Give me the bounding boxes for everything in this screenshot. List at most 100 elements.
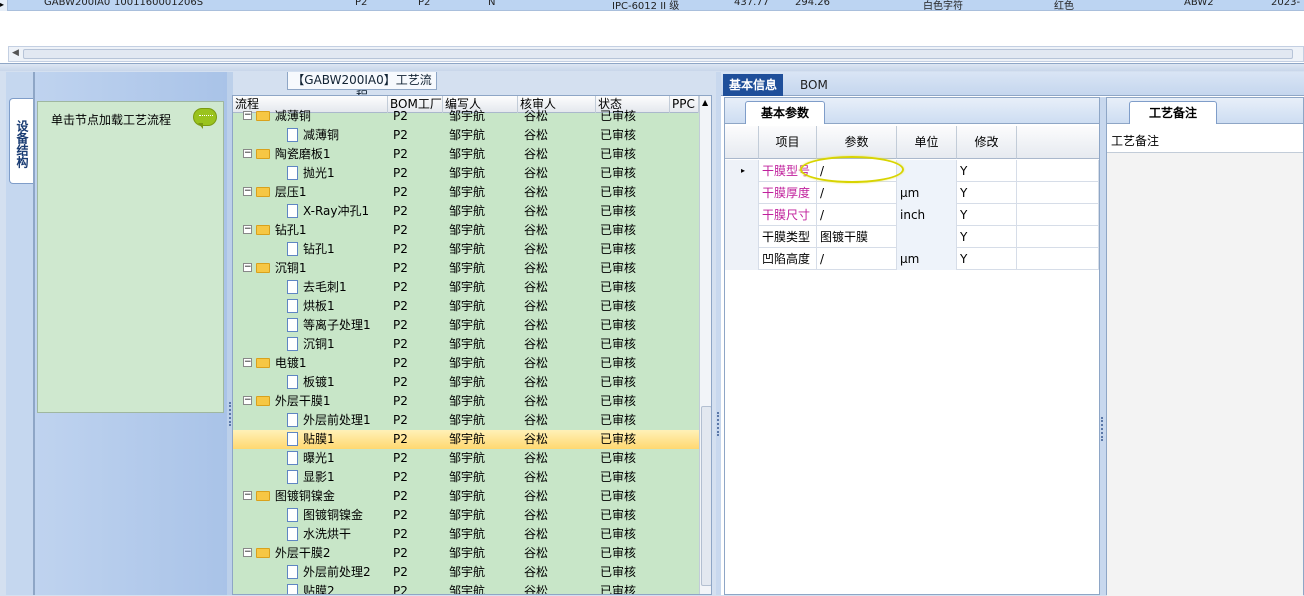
tree-node[interactable]: 图镀铜镍金 — [287, 506, 363, 525]
tree-row[interactable]: 曝光1 P2 邹宇航 谷松 已审核 — [233, 449, 699, 468]
tree-row[interactable]: 减薄铜 P2 邹宇航 谷松 已审核 — [233, 126, 699, 145]
param-cell-edit[interactable]: Y — [957, 226, 1017, 248]
top-cell: P2 — [355, 0, 368, 8]
tree-node[interactable]: 沉铜1 — [287, 335, 335, 354]
tree-row[interactable]: 水洗烘干 P2 邹宇航 谷松 已审核 — [233, 525, 699, 544]
tree-row[interactable]: − 减薄铜 P2 邹宇航 谷松 已审核 — [233, 107, 699, 126]
tree-node[interactable]: − 层压1 — [243, 183, 306, 202]
tree-node[interactable]: 贴膜2 — [287, 582, 335, 594]
collapse-icon[interactable]: − — [243, 358, 252, 367]
tree-node[interactable]: − 电镀1 — [243, 354, 306, 373]
tree-node[interactable]: 抛光1 — [287, 164, 335, 183]
param-cell-edit[interactable]: Y — [957, 204, 1017, 226]
col-header-item[interactable]: 项目 — [759, 126, 817, 159]
params-row[interactable]: 干膜尺寸 / inch Y — [725, 204, 1099, 226]
tree-node[interactable]: 外层前处理1 — [287, 411, 371, 430]
tab-basic-info[interactable]: 基本信息 — [723, 74, 784, 96]
tree-row[interactable]: − 电镀1 P2 邹宇航 谷松 已审核 — [233, 354, 699, 373]
horizontal-scrollbar[interactable]: ◀ — [8, 46, 1304, 62]
top-cell: 红色 — [1054, 1, 1074, 11]
tree-row[interactable]: − 外层干膜1 P2 邹宇航 谷松 已审核 — [233, 392, 699, 411]
tree-node[interactable]: − 陶瓷磨板1 — [243, 145, 330, 164]
top-grid-selected-row[interactable]: GABW200IA0 1001160001206S P2 P2 N IPC-60… — [8, 0, 1304, 11]
tree-row[interactable]: 显影1 P2 邹宇航 谷松 已审核 — [233, 468, 699, 487]
vertical-scrollbar[interactable]: ▲ — [699, 96, 711, 594]
tree-node[interactable]: 去毛刺1 — [287, 278, 347, 297]
params-row[interactable]: 凹陷高度 / μm Y — [725, 248, 1099, 270]
load-hint-box[interactable]: 单击节点加载工艺流程 — [37, 101, 224, 413]
params-row[interactable]: 干膜厚度 / μm Y — [725, 182, 1099, 204]
tree-row[interactable]: − 图镀铜镍金 P2 邹宇航 谷松 已审核 — [233, 487, 699, 506]
tree-row[interactable]: 烘板1 P2 邹宇航 谷松 已审核 — [233, 297, 699, 316]
notes-textarea[interactable] — [1107, 152, 1303, 596]
tab-device-structure[interactable]: 设备结构 — [9, 98, 33, 184]
collapse-icon[interactable]: − — [243, 263, 252, 272]
tree-node[interactable]: X-Ray冲孔1 — [287, 202, 369, 221]
param-cell-edit[interactable]: Y — [957, 160, 1017, 182]
tree-node[interactable]: − 图镀铜镍金 — [243, 487, 335, 506]
tree-row[interactable]: 抛光1 P2 邹宇航 谷松 已审核 — [233, 164, 699, 183]
tree-row[interactable]: 图镀铜镍金 P2 邹宇航 谷松 已审核 — [233, 506, 699, 525]
tree-node[interactable]: − 沉铜1 — [243, 259, 306, 278]
tree-node[interactable]: − 钻孔1 — [243, 221, 306, 240]
collapse-icon[interactable]: − — [243, 187, 252, 196]
scrollbar-thumb[interactable] — [701, 406, 711, 586]
scroll-left-arrow-icon[interactable]: ◀ — [12, 48, 19, 58]
tree-node[interactable]: 钻孔1 — [287, 240, 335, 259]
scroll-up-arrow-icon[interactable]: ▲ — [702, 98, 708, 107]
tab-bom[interactable]: BOM — [794, 74, 834, 96]
tree-node[interactable]: 外层前处理2 — [287, 563, 371, 582]
tree-row[interactable]: − 沉铜1 P2 邹宇航 谷松 已审核 — [233, 259, 699, 278]
tab-basic-params[interactable]: 基本参数 — [745, 101, 825, 124]
tree-cell-status: 已审核 — [600, 299, 637, 313]
tree-row[interactable]: 沉铜1 P2 邹宇航 谷松 已审核 — [233, 335, 699, 354]
tree-node[interactable]: − 减薄铜 — [243, 107, 311, 126]
horizontal-splitter[interactable] — [0, 64, 1304, 71]
tree-row[interactable]: 去毛刺1 P2 邹宇航 谷松 已审核 — [233, 278, 699, 297]
param-cell-edit[interactable]: Y — [957, 248, 1017, 270]
tree-node[interactable]: 水洗烘干 — [287, 525, 351, 544]
tree-node[interactable]: − 外层干膜2 — [243, 544, 330, 563]
collapse-icon[interactable]: − — [243, 111, 252, 120]
tree-row[interactable]: 贴膜1 P2 邹宇航 谷松 已审核 — [233, 430, 699, 449]
tree-row[interactable]: − 钻孔1 P2 邹宇航 谷松 已审核 — [233, 221, 699, 240]
tree-node[interactable]: 显影1 — [287, 468, 335, 487]
tree-node[interactable]: 烘板1 — [287, 297, 335, 316]
tree-node[interactable]: 等离子处理1 — [287, 316, 371, 335]
tree-row[interactable]: − 层压1 P2 邹宇航 谷松 已审核 — [233, 183, 699, 202]
collapse-icon[interactable]: − — [243, 491, 252, 500]
params-row[interactable]: 干膜类型 图镀干膜 Y — [725, 226, 1099, 248]
tree-row[interactable]: 板镀1 P2 邹宇航 谷松 已审核 — [233, 373, 699, 392]
tree-node[interactable]: − 外层干膜1 — [243, 392, 330, 411]
param-cell-value[interactable]: / — [817, 204, 897, 226]
tree-row[interactable]: 钻孔1 P2 邹宇航 谷松 已审核 — [233, 240, 699, 259]
collapse-icon[interactable]: − — [243, 396, 252, 405]
tree-node[interactable]: 贴膜1 — [287, 430, 335, 449]
col-header-edit[interactable]: 修改 — [957, 126, 1017, 159]
tree-row[interactable]: − 外层干膜2 P2 邹宇航 谷松 已审核 — [233, 544, 699, 563]
tab-process-notes[interactable]: 工艺备注 — [1129, 101, 1217, 124]
collapse-icon[interactable]: − — [243, 548, 252, 557]
params-row[interactable]: ▸ 干膜型号 / Y — [725, 160, 1099, 182]
tree-node[interactable]: 曝光1 — [287, 449, 335, 468]
tree-cell-status: 已审核 — [600, 584, 637, 595]
tree-cell-reviewer: 谷松 — [524, 413, 549, 427]
param-cell-value[interactable]: / — [817, 248, 897, 270]
scrollbar-thumb[interactable] — [23, 49, 1293, 59]
tree-row[interactable]: − 陶瓷磨板1 P2 邹宇航 谷松 已审核 — [233, 145, 699, 164]
collapse-icon[interactable]: − — [243, 225, 252, 234]
param-cell-edit[interactable]: Y — [957, 182, 1017, 204]
tree-row[interactable]: 外层前处理1 P2 邹宇航 谷松 已审核 — [233, 411, 699, 430]
tree-node[interactable]: 减薄铜 — [287, 126, 339, 145]
param-cell-value[interactable]: 图镀干膜 — [817, 226, 897, 248]
param-cell-value[interactable]: / — [817, 182, 897, 204]
tree-row[interactable]: 外层前处理2 P2 邹宇航 谷松 已审核 — [233, 563, 699, 582]
tree-cell-bom: P2 — [393, 299, 408, 313]
collapse-icon[interactable]: − — [243, 149, 252, 158]
col-header-unit[interactable]: 单位 — [897, 126, 957, 159]
tree-row[interactable]: 等离子处理1 P2 邹宇航 谷松 已审核 — [233, 316, 699, 335]
tree-node[interactable]: 板镀1 — [287, 373, 335, 392]
col-header-value[interactable]: 参数 — [817, 126, 897, 159]
tree-row[interactable]: X-Ray冲孔1 P2 邹宇航 谷松 已审核 — [233, 202, 699, 221]
tree-row[interactable]: 贴膜2 P2 邹宇航 谷松 已审核 — [233, 582, 699, 595]
